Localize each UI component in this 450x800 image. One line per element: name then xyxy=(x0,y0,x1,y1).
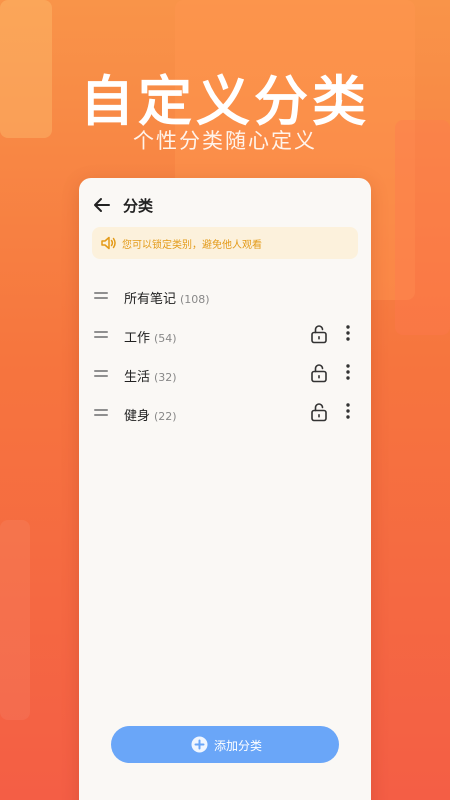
unlock-icon[interactable] xyxy=(310,363,328,383)
drag-handle-icon[interactable] xyxy=(94,292,108,300)
category-count: (22) xyxy=(154,410,177,423)
category-row-work[interactable]: 工作 (54) xyxy=(79,320,371,359)
decorative-block xyxy=(0,520,30,720)
speaker-icon xyxy=(101,236,116,250)
unlock-icon[interactable] xyxy=(310,402,328,422)
drag-handle-icon[interactable] xyxy=(94,331,108,339)
hero-subtitle: 个性分类随心定义 xyxy=(133,129,317,153)
category-row-all-notes[interactable]: 所有笔记 (108) xyxy=(79,281,371,320)
more-vertical-icon[interactable] xyxy=(341,363,355,381)
drag-handle-icon[interactable] xyxy=(94,409,108,417)
plus-circle-icon xyxy=(191,736,208,753)
category-label: 生活 (32) xyxy=(124,370,177,385)
page-title: 分类 xyxy=(123,197,154,215)
category-label: 工作 (54) xyxy=(124,331,177,346)
drag-handle-icon[interactable] xyxy=(94,370,108,378)
category-list: 所有笔记 (108) 工作 (54) 生活 (32) 健身 (22) xyxy=(79,281,371,437)
category-count: (54) xyxy=(154,332,177,345)
category-label: 健身 (22) xyxy=(124,409,177,424)
notice-text: 您可以锁定类别，避免他人观看 xyxy=(122,240,262,251)
header: 分类 xyxy=(79,194,371,218)
more-vertical-icon[interactable] xyxy=(341,402,355,420)
category-label: 所有笔记 (108) xyxy=(124,292,210,307)
category-row-life[interactable]: 生活 (32) xyxy=(79,359,371,398)
phone-screen-card: 分类 您可以锁定类别，避免他人观看 所有笔记 (108) 工作 (54) 生活 … xyxy=(79,178,371,800)
add-category-label: 添加分类 xyxy=(214,739,263,753)
add-category-button[interactable]: 添加分类 xyxy=(111,726,339,763)
unlock-icon[interactable] xyxy=(310,324,328,344)
category-row-fitness[interactable]: 健身 (22) xyxy=(79,398,371,437)
arrow-left-icon[interactable] xyxy=(91,194,113,216)
lock-notice-banner: 您可以锁定类别，避免他人观看 xyxy=(92,227,358,259)
more-vertical-icon[interactable] xyxy=(341,324,355,342)
category-count: (108) xyxy=(180,293,210,306)
category-count: (32) xyxy=(154,371,177,384)
